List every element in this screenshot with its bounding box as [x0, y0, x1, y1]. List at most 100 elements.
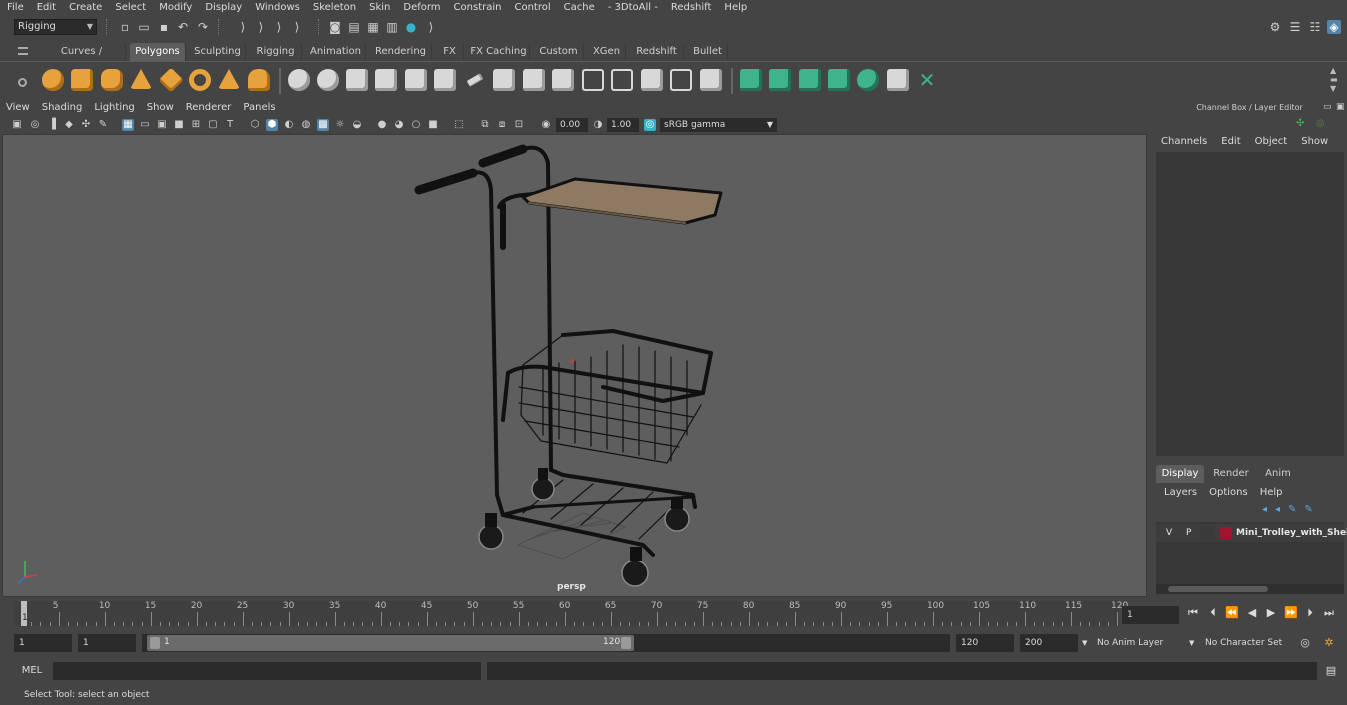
poly-diamond-icon[interactable]: [158, 67, 184, 93]
menu-display[interactable]: Display: [198, 0, 248, 16]
shelf-settings-icon[interactable]: [18, 78, 27, 87]
xray-joints-icon[interactable]: ⧈: [496, 119, 508, 131]
play-backward-icon[interactable]: ◀: [1245, 606, 1259, 620]
animation-preferences-icon[interactable]: ✲: [1322, 636, 1336, 650]
menu-create[interactable]: Create: [62, 0, 108, 16]
animation-start-field[interactable]: 1: [14, 634, 72, 652]
step-forward-frame-icon[interactable]: ⏩: [1284, 606, 1298, 620]
channel-menu-show[interactable]: Show: [1292, 134, 1333, 150]
layer-scroll-thumb[interactable]: [1168, 586, 1268, 592]
smooth-shade-icon[interactable]: ⬢: [266, 119, 278, 131]
boolean-icon[interactable]: [405, 69, 427, 91]
textured-icon[interactable]: ▩: [317, 119, 329, 131]
tab-sculpting[interactable]: Sculpting: [190, 43, 246, 61]
go-to-start-icon[interactable]: ⏮: [1186, 606, 1200, 620]
append-icon[interactable]: [670, 69, 692, 91]
exposure-icon[interactable]: ◉: [540, 119, 552, 131]
animation-end-field[interactable]: 200: [1020, 634, 1078, 652]
extrude-icon[interactable]: [552, 69, 574, 91]
bevel-icon[interactable]: [493, 69, 515, 91]
tab-rendering[interactable]: Rendering: [370, 43, 432, 61]
layer-menu-help[interactable]: Help: [1252, 485, 1287, 501]
poly-sphere-icon[interactable]: [42, 69, 64, 91]
shelf-menu-icon[interactable]: [18, 47, 28, 55]
film-gate-icon[interactable]: ▭: [139, 119, 151, 131]
undo-icon[interactable]: ↶: [176, 20, 190, 34]
tool-settings-icon[interactable]: ☷: [1308, 20, 1322, 34]
transfer-attr-icon[interactable]: [799, 69, 821, 91]
extract-icon[interactable]: [346, 69, 368, 91]
render-view-icon[interactable]: ◙: [328, 20, 342, 34]
menu-windows[interactable]: Windows: [248, 0, 306, 16]
xray-components-icon[interactable]: ⊡: [513, 119, 525, 131]
viewport-menu-show[interactable]: Show: [141, 100, 180, 116]
current-frame-field[interactable]: 1: [1122, 606, 1179, 624]
separate-icon[interactable]: [317, 69, 339, 91]
poly-cone-icon[interactable]: [130, 69, 152, 89]
viewport-menu-shading[interactable]: Shading: [36, 100, 89, 116]
planar-map-icon[interactable]: [700, 69, 722, 91]
default-material-icon[interactable]: ◐: [283, 119, 295, 131]
isolate-select-icon[interactable]: ⬚: [453, 119, 465, 131]
safe-action-icon[interactable]: ▢: [207, 119, 219, 131]
open-scene-icon[interactable]: ▭: [137, 20, 151, 34]
insert-edge-loop-icon[interactable]: [611, 69, 633, 91]
merge-icon[interactable]: [641, 69, 663, 91]
tab-fx[interactable]: FX: [436, 43, 464, 61]
viewport-menu-view[interactable]: View: [0, 100, 36, 116]
anti-aliasing-icon[interactable]: ○: [410, 119, 422, 131]
range-slider-bar[interactable]: 1 120: [147, 635, 634, 651]
layer-name[interactable]: Mini_Trolley_with_Shelf_: [1236, 524, 1347, 542]
render-current-icon[interactable]: ▤: [347, 20, 361, 34]
bridge-icon[interactable]: [523, 69, 545, 91]
anim-layer-dropdown[interactable]: ▼ No Anim Layer: [1082, 634, 1182, 652]
combine-icon[interactable]: [288, 69, 310, 91]
use-lights-icon[interactable]: ☼: [334, 119, 346, 131]
poly-pipe-icon[interactable]: [248, 69, 270, 91]
uv-editor-icon[interactable]: [769, 69, 791, 91]
menu-3dtoall[interactable]: - 3DtoAll -: [601, 0, 664, 16]
gamma-field[interactable]: 1.00: [607, 118, 639, 132]
menu-skeleton[interactable]: Skeleton: [306, 0, 362, 16]
wireframe-icon[interactable]: ⬡: [249, 119, 261, 131]
tab-xgen[interactable]: XGen: [588, 43, 626, 61]
tab-anim[interactable]: Anim: [1256, 465, 1300, 483]
snap-point-icon[interactable]: ⟩: [290, 20, 304, 34]
viewport-menu-lighting[interactable]: Lighting: [88, 100, 140, 116]
camera-attributes-icon[interactable]: ◎: [29, 119, 41, 131]
layer-type-toggle[interactable]: [1200, 527, 1214, 539]
menu-cache[interactable]: Cache: [557, 0, 601, 16]
hypershade-icon[interactable]: ●: [404, 20, 418, 34]
menu-modify[interactable]: Modify: [152, 0, 198, 16]
channel-box-toggle-icon[interactable]: ◈: [1327, 20, 1341, 34]
range-end-handle[interactable]: [621, 637, 631, 649]
viewport-menu-panels[interactable]: Panels: [237, 100, 281, 116]
channel-menu-channels[interactable]: Channels: [1152, 134, 1212, 150]
layer-action-icons[interactable]: ◂◂✎✎: [1262, 504, 1321, 515]
color-space-dropdown[interactable]: sRGB gamma ▼: [660, 118, 777, 132]
tab-bullet[interactable]: Bullet: [688, 43, 728, 61]
new-scene-icon[interactable]: ▫: [118, 20, 132, 34]
channel-box-sync-icon[interactable]: ◎: [1316, 118, 1325, 129]
depth-of-field-icon[interactable]: ■: [427, 119, 439, 131]
poly-torus-icon[interactable]: [189, 69, 211, 91]
workspace-icon[interactable]: ⚙: [1268, 20, 1282, 34]
ambient-occlusion-icon[interactable]: ●: [376, 119, 388, 131]
menu-file[interactable]: File: [0, 0, 30, 16]
channel-box-area[interactable]: [1156, 152, 1344, 456]
menu-redshift[interactable]: Redshift: [664, 0, 718, 16]
ipr-render-icon[interactable]: ▦: [366, 20, 380, 34]
close-panel-icon[interactable]: ▣: [1336, 102, 1345, 112]
smooth-icon[interactable]: [375, 69, 397, 91]
tab-redshift[interactable]: Redshift: [630, 43, 684, 61]
menu-edit[interactable]: Edit: [30, 0, 62, 16]
checker-icon[interactable]: [887, 69, 909, 91]
range-start-handle[interactable]: [150, 637, 160, 649]
playback-end-field[interactable]: 120: [956, 634, 1014, 652]
script-editor-icon[interactable]: ▤: [1324, 664, 1338, 678]
grease-pencil-icon[interactable]: ✎: [97, 119, 109, 131]
step-back-key-icon[interactable]: ⏴: [1206, 606, 1220, 620]
trolley-model[interactable]: [414, 144, 723, 587]
select-camera-icon[interactable]: ▣: [11, 119, 23, 131]
perspective-viewport[interactable]: persp: [2, 134, 1147, 597]
